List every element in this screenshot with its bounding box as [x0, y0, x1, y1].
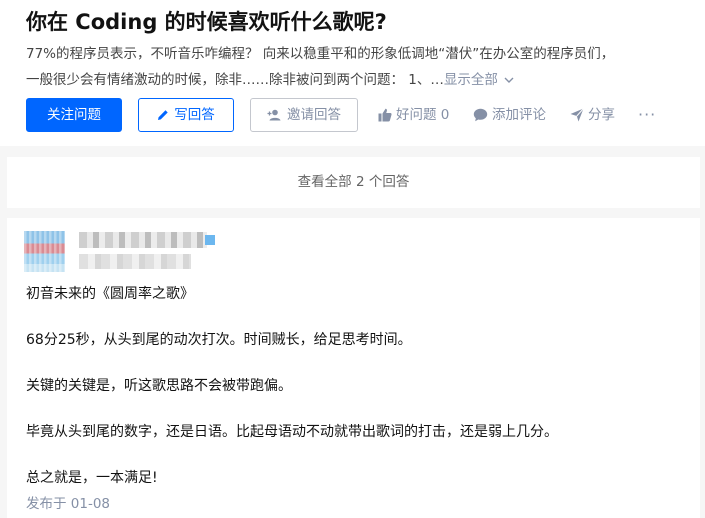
author-name-redacted[interactable]	[79, 232, 215, 248]
show-all-link[interactable]: 显示全部	[444, 72, 514, 88]
more-options-button[interactable]: ···	[638, 98, 656, 132]
view-all-answers-label: 查看全部 2 个回答	[297, 174, 410, 190]
share-label: 分享	[588, 107, 615, 123]
paper-plane-icon	[570, 107, 588, 123]
question-description: 77%的程序员表示，不听音乐咋编程？ 向来以稳重平和的形象低调地“潜伏”在办公室…	[26, 41, 691, 93]
description-line-2: 一般很少会有情绪激动的时候，除非……除非被问到两个问题： 1、…显示全部	[26, 67, 691, 93]
description-line-1: 77%的程序员表示，不听音乐咋编程？ 向来以稳重平和的形象低调地“潜伏”在办公室…	[26, 46, 615, 62]
question-actions: 关注问题 写回答 邀请回答 好问题 0 添加评论 分享 ···	[26, 98, 696, 132]
add-user-icon	[267, 107, 287, 123]
answer-paragraph: 关键的关键是，听这歌思路不会被带跑偏。	[26, 378, 292, 394]
avatar[interactable]	[24, 231, 65, 272]
comment-icon	[473, 107, 492, 123]
invite-answer-button[interactable]: 邀请回答	[250, 98, 358, 132]
view-all-answers-button[interactable]: 查看全部 2 个回答	[7, 157, 700, 208]
answer-paragraph: 总之就是，一本满足!	[26, 470, 158, 486]
badge-icon	[205, 235, 215, 245]
thumbs-up-icon	[378, 107, 396, 123]
question-card: 你在 Coding 的时候喜欢听什么歌呢? 77%的程序员表示，不听音乐咋编程？…	[0, 0, 705, 146]
show-all-label[interactable]: 显示全部	[444, 72, 498, 88]
description-line-2-text: 一般很少会有情绪激动的时候，除非……除非被问到两个问题： 1、…	[26, 72, 444, 88]
follow-question-button[interactable]: 关注问题	[26, 98, 122, 132]
follow-question-label: 关注问题	[47, 107, 101, 123]
more-options-label: ···	[638, 105, 657, 124]
invite-answer-label: 邀请回答	[287, 107, 341, 123]
answer-paragraph: 68分25秒，从头到尾的动次打次。时间贼长，给足思考时间。	[26, 332, 412, 348]
answer-card: 初音未来的《圆周率之歌》 68分25秒，从头到尾的动次打次。时间贼长，给足思考时…	[7, 218, 700, 518]
share-button[interactable]: 分享	[570, 98, 615, 132]
publish-date[interactable]: 发布于 01-08	[26, 493, 110, 515]
author-headline-redacted	[79, 254, 191, 269]
write-answer-label: 写回答	[174, 107, 215, 123]
good-question-label: 好问题 0	[396, 107, 450, 123]
pencil-icon	[157, 107, 174, 123]
answer-paragraph: 毕竟从头到尾的数字，还是日语。比起母语动不动就带出歌词的打击，还是弱上几分。	[26, 424, 558, 440]
write-answer-button[interactable]: 写回答	[138, 98, 234, 132]
answer-paragraph: 初音未来的《圆周率之歌》	[26, 286, 194, 302]
add-comment-button[interactable]: 添加评论	[473, 98, 546, 132]
question-title[interactable]: 你在 Coding 的时候喜欢听什么歌呢?	[26, 7, 387, 37]
add-comment-label: 添加评论	[492, 107, 546, 123]
good-question-button[interactable]: 好问题 0	[378, 98, 449, 132]
chevron-down-icon[interactable]	[504, 67, 514, 93]
answer-content: 初音未来的《圆周率之歌》 68分25秒，从头到尾的动次打次。时间贼长，给足思考时…	[26, 283, 686, 513]
